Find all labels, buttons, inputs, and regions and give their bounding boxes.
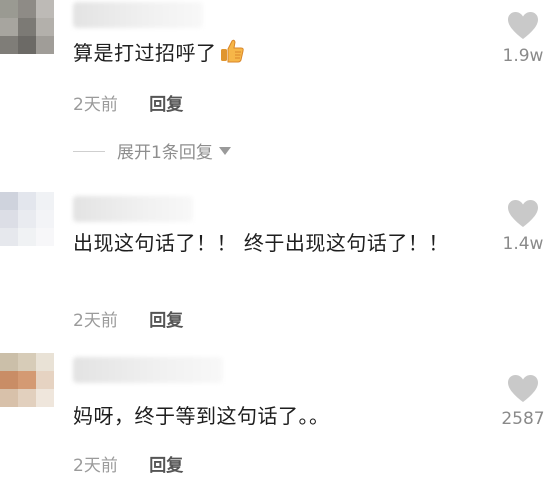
username-blurred[interactable] xyxy=(73,357,223,383)
comment-meta: 2天前 回复 xyxy=(73,451,183,476)
reply-button[interactable]: 回复 xyxy=(149,456,183,476)
username-blurred[interactable] xyxy=(73,2,203,28)
comment-text: 算是打过招呼了 xyxy=(73,36,245,74)
avatar[interactable] xyxy=(0,0,54,54)
avatar[interactable] xyxy=(0,192,54,246)
username-blurred[interactable] xyxy=(73,196,193,222)
like-button[interactable]: 1.4w xyxy=(493,200,553,254)
comment-item: 算是打过招呼了 2天前 回复 展开1条回复 1.9w xyxy=(0,0,559,175)
comment-text: 出现这句话了！！ 终于出现这句话了！！ xyxy=(73,231,449,255)
comment-meta: 2天前 回复 xyxy=(73,306,183,331)
thumbs-up-icon xyxy=(219,38,245,74)
comment-time: 2天前 xyxy=(73,95,118,115)
divider xyxy=(73,151,105,152)
like-count: 1.4w xyxy=(502,234,544,254)
comment-item: 出现这句话了！！ 终于出现这句话了！！ 2天前 回复 1.4w xyxy=(0,192,559,342)
like-button[interactable]: 2587 xyxy=(493,375,553,429)
expand-replies-label: 展开1条回复 xyxy=(117,143,213,163)
comment-time: 2天前 xyxy=(73,456,118,476)
comment-meta: 2天前 回复 xyxy=(73,90,183,115)
expand-replies-button[interactable]: 展开1条回复 xyxy=(73,138,231,163)
heart-icon xyxy=(508,200,538,227)
comment-time: 2天前 xyxy=(73,311,118,331)
reply-button[interactable]: 回复 xyxy=(149,95,183,115)
comment-item: 妈呀，终于等到这句话了。。 2天前 回复 2587 xyxy=(0,353,559,480)
avatar[interactable] xyxy=(0,353,54,407)
caret-down-icon xyxy=(218,147,231,155)
comment-text: 妈呀，终于等到这句话了。。 xyxy=(73,404,330,428)
like-count: 2587 xyxy=(501,409,545,429)
like-button[interactable]: 1.9w xyxy=(493,12,553,66)
reply-button[interactable]: 回复 xyxy=(149,311,183,331)
like-count: 1.9w xyxy=(502,46,544,66)
heart-icon xyxy=(508,12,538,39)
heart-icon xyxy=(508,375,538,402)
